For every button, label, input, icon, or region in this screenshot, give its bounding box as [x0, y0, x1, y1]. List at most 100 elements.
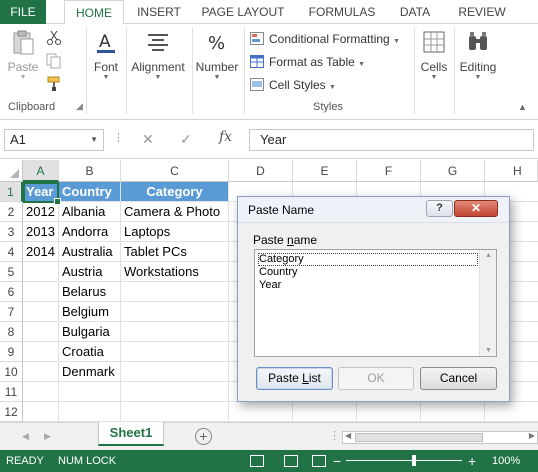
cell-c6[interactable] — [121, 282, 229, 302]
format-painter-icon[interactable] — [46, 76, 62, 95]
cell-c1[interactable]: Category — [121, 182, 229, 202]
cell-a8[interactable] — [23, 322, 59, 342]
format-as-table-button[interactable]: Format as Table ▼ — [250, 52, 365, 72]
row-header-3[interactable]: 3 — [0, 222, 23, 242]
conditional-formatting-button[interactable]: Conditional Formatting ▼ — [250, 29, 400, 49]
name-box[interactable]: A1 ▼ — [4, 129, 104, 151]
row-header-11[interactable]: 11 — [0, 382, 23, 402]
ok-button[interactable]: OK — [338, 367, 414, 390]
cell-a9[interactable] — [23, 342, 59, 362]
paste-button[interactable]: Paste ▼ — [4, 30, 42, 81]
row-header-6[interactable]: 6 — [0, 282, 23, 302]
page-break-view-icon[interactable] — [312, 455, 326, 467]
cell-a6[interactable] — [23, 282, 59, 302]
close-button[interactable]: ✕ — [454, 200, 498, 217]
number-button[interactable]: % Number ▼ — [194, 30, 240, 81]
cut-icon[interactable] — [46, 30, 62, 49]
font-button[interactable]: A Font ▼ — [90, 30, 122, 81]
scroll-right-icon[interactable]: ▶ — [529, 431, 535, 440]
zoom-in-icon[interactable]: + — [468, 450, 476, 472]
horizontal-scroll-thumb[interactable] — [355, 433, 483, 442]
cell-c12[interactable] — [121, 402, 229, 422]
row-header-8[interactable]: 8 — [0, 322, 23, 342]
cell-a11[interactable] — [23, 382, 59, 402]
cell-c7[interactable] — [121, 302, 229, 322]
next-sheet-icon[interactable]: ▶ — [44, 431, 51, 442]
cell-b1[interactable]: Country — [59, 182, 121, 202]
insert-function-icon[interactable]: fx — [219, 129, 232, 145]
tab-split-grip-icon[interactable]: ⋮ — [329, 429, 340, 442]
tab-insert[interactable]: INSERT — [130, 0, 188, 24]
cell-c10[interactable] — [121, 362, 229, 382]
column-header-g[interactable]: G — [421, 160, 485, 182]
cell-a2[interactable]: 2012 — [23, 202, 59, 222]
zoom-out-icon[interactable]: − — [333, 450, 341, 472]
cell-c3[interactable]: Laptops — [121, 222, 229, 242]
row-header-1[interactable]: 1 — [0, 182, 23, 202]
clipboard-launcher-icon[interactable]: ◢ — [76, 101, 83, 112]
cell-b12[interactable] — [59, 402, 121, 422]
cell-b6[interactable]: Belarus — [59, 282, 121, 302]
tab-review[interactable]: REVIEW — [452, 0, 512, 24]
cell-c4[interactable]: Tablet PCs — [121, 242, 229, 262]
cell-c9[interactable] — [121, 342, 229, 362]
zoom-slider-thumb[interactable] — [412, 455, 416, 466]
row-header-9[interactable]: 9 — [0, 342, 23, 362]
cell-a1[interactable]: Year — [23, 182, 59, 202]
horizontal-scrollbar[interactable]: ◀ ▶ — [342, 431, 538, 444]
enter-entry-icon[interactable]: ✓ — [180, 131, 192, 148]
row-header-5[interactable]: 5 — [0, 262, 23, 282]
cell-a3[interactable]: 2013 — [23, 222, 59, 242]
row-header-10[interactable]: 10 — [0, 362, 23, 382]
row-header-4[interactable]: 4 — [0, 242, 23, 262]
cancel-entry-icon[interactable]: ✕ — [142, 131, 154, 148]
zoom-slider-track[interactable] — [346, 460, 462, 461]
editing-button[interactable]: Editing ▼ — [456, 30, 500, 81]
cells-button[interactable]: Cells ▼ — [416, 30, 452, 81]
cell-b9[interactable]: Croatia — [59, 342, 121, 362]
scroll-up-icon[interactable]: ▲ — [485, 252, 492, 259]
column-header-h[interactable]: H — [485, 160, 538, 182]
scroll-down-icon[interactable]: ▼ — [485, 347, 492, 354]
alignment-button[interactable]: Alignment ▼ — [128, 30, 188, 81]
sheet-tab-sheet1[interactable]: Sheet1 — [98, 422, 164, 446]
column-header-d[interactable]: D — [229, 160, 293, 182]
cell-styles-button[interactable]: Cell Styles ▼ — [250, 75, 336, 95]
column-header-b[interactable]: B — [59, 160, 121, 182]
add-sheet-icon[interactable]: + — [195, 428, 212, 445]
cell-a12[interactable] — [23, 402, 59, 422]
cell-c8[interactable] — [121, 322, 229, 342]
cell-a7[interactable] — [23, 302, 59, 322]
scroll-left-icon[interactable]: ◀ — [345, 431, 351, 440]
cell-b8[interactable]: Bulgaria — [59, 322, 121, 342]
cell-c11[interactable] — [121, 382, 229, 402]
column-header-c[interactable]: C — [121, 160, 229, 182]
normal-view-icon[interactable] — [250, 455, 264, 467]
tab-data[interactable]: DATA — [394, 0, 436, 24]
zoom-level[interactable]: 100% — [492, 450, 520, 472]
cell-a5[interactable] — [23, 262, 59, 282]
cell-a4[interactable]: 2014 — [23, 242, 59, 262]
cell-b7[interactable]: Belgium — [59, 302, 121, 322]
select-all-corner[interactable] — [0, 160, 23, 182]
cell-b3[interactable]: Andorra — [59, 222, 121, 242]
row-header-7[interactable]: 7 — [0, 302, 23, 322]
row-header-2[interactable]: 2 — [0, 202, 23, 222]
cell-c2[interactable]: Camera & Photo — [121, 202, 229, 222]
tab-file[interactable]: FILE — [0, 0, 46, 24]
name-box-dropdown-icon[interactable]: ▼ — [90, 130, 98, 150]
dialog-titlebar[interactable]: Paste Name ? ✕ — [238, 197, 509, 223]
row-header-12[interactable]: 12 — [0, 402, 23, 422]
formula-input[interactable]: Year — [249, 129, 534, 151]
page-layout-view-icon[interactable] — [284, 455, 298, 467]
cell-b4[interactable]: Australia — [59, 242, 121, 262]
cell-b10[interactable]: Denmark — [59, 362, 121, 382]
tab-formulas[interactable]: FORMULAS — [302, 0, 382, 24]
help-button[interactable]: ? — [426, 200, 453, 217]
copy-icon[interactable] — [46, 53, 62, 72]
list-item[interactable]: Year — [258, 279, 281, 292]
collapse-ribbon-icon[interactable]: ▲ — [518, 102, 527, 112]
column-header-a[interactable]: A — [23, 160, 59, 182]
list-vertical-scrollbar[interactable]: ▲ ▼ — [479, 250, 496, 356]
tab-home[interactable]: HOME — [64, 0, 124, 25]
